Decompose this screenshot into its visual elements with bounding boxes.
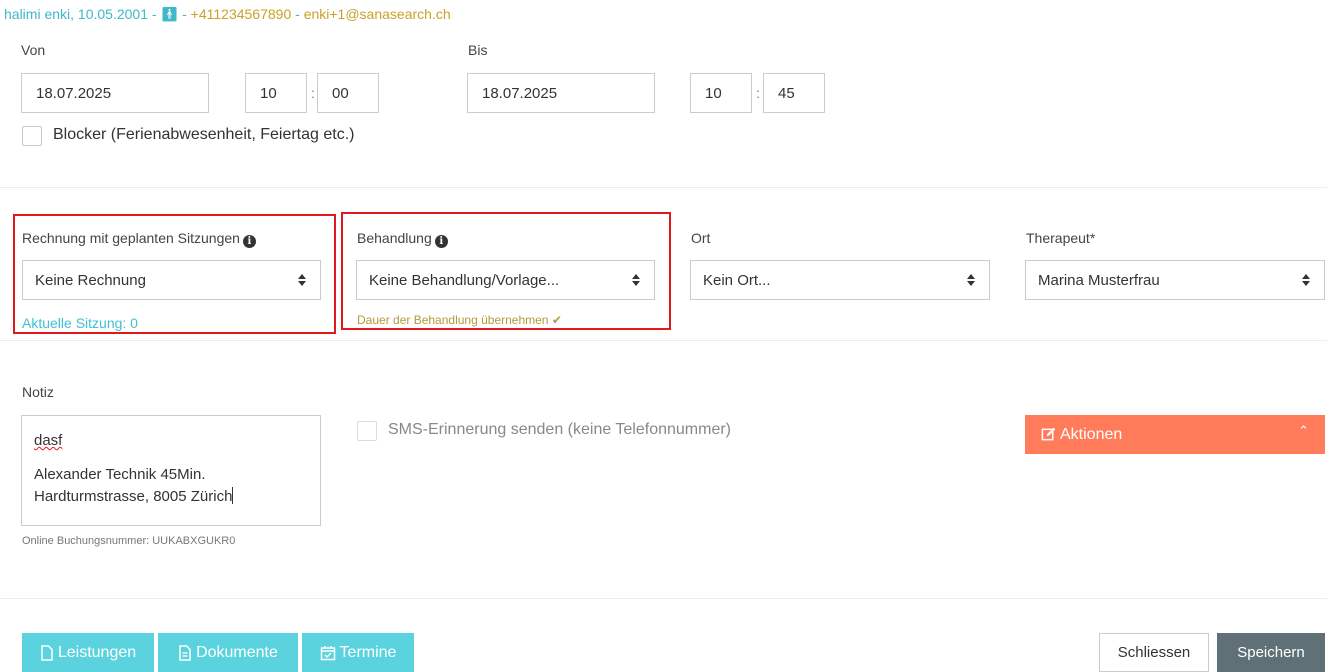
therapeut-label: Therapeut* [1026, 230, 1096, 246]
notiz-textarea[interactable]: dasf Alexander Technik 45Min. Hardturmst… [21, 415, 321, 526]
chevron-up-icon: ⌃ [1298, 423, 1309, 438]
dokumente-label: Dokumente [196, 643, 278, 661]
sort-caret-icon [632, 274, 640, 286]
sort-caret-icon [298, 274, 306, 286]
aktionen-label: Aktionen [1060, 425, 1123, 443]
patient-email[interactable]: enki+1@sanasearch.ch [304, 6, 451, 22]
time-separator: : [311, 85, 315, 101]
dokumente-button[interactable]: Dokumente [158, 633, 298, 672]
person-icon: 🚹︎ [160, 6, 179, 22]
bis-label: Bis [468, 42, 488, 58]
leistungen-button[interactable]: Leistungen [22, 633, 154, 672]
section-divider [0, 340, 1327, 341]
header-dash: - [182, 6, 187, 22]
rechnung-label-text: Rechnung mit geplanten Sitzungen [22, 230, 240, 246]
notiz-line: Alexander Technik 45Min. [34, 466, 206, 483]
notiz-line: dasf [34, 432, 63, 449]
info-icon[interactable]: i [434, 235, 448, 248]
behandlung-label: Behandlung i [357, 230, 448, 248]
behandlung-select[interactable]: Keine Behandlung/Vorlage... [356, 260, 655, 300]
ort-label: Ort [691, 230, 711, 246]
bis-minute-input[interactable]: 45 [763, 73, 825, 113]
von-label: Von [21, 42, 46, 58]
von-minute-input[interactable]: 00 [317, 73, 379, 113]
ort-select-value: Kein Ort... [703, 271, 771, 289]
schliessen-button[interactable]: Schliessen [1099, 633, 1209, 672]
sort-caret-icon [967, 274, 975, 286]
booking-number: Online Buchungsnummer: UUKABXGUKR0 [22, 535, 236, 547]
leistungen-label: Leistungen [57, 643, 137, 661]
file-text-icon [179, 644, 191, 661]
termine-button[interactable]: Termine [302, 633, 414, 672]
section-divider [0, 187, 1327, 188]
sort-caret-icon [1302, 274, 1310, 286]
dauer-uebernehmen-link[interactable]: Dauer der Behandlung übernehmen ✔ [357, 313, 562, 327]
rechnung-select[interactable]: Keine Rechnung [22, 260, 321, 300]
behandlung-label-text: Behandlung [357, 230, 432, 246]
aktionen-button[interactable]: Aktionen ⌃ [1025, 415, 1325, 454]
check-icon: ✔ [551, 313, 562, 327]
time-separator: : [756, 85, 760, 101]
header-dash: - [295, 6, 300, 22]
blocker-checkbox[interactable] [22, 126, 42, 146]
von-date-input[interactable]: 18.07.2025 [21, 73, 209, 113]
blocker-label[interactable]: Blocker (Ferienabwesenheit, Feiertag etc… [53, 126, 354, 144]
rechnung-select-value: Keine Rechnung [35, 271, 146, 289]
file-icon [41, 644, 53, 661]
behandlung-select-value: Keine Behandlung/Vorlage... [369, 271, 560, 289]
therapeut-select[interactable]: Marina Musterfrau [1025, 260, 1325, 300]
rechnung-label: Rechnung mit geplanten Sitzungen i [22, 230, 256, 248]
dauer-link-text: Dauer der Behandlung übernehmen [357, 313, 549, 327]
calendar-check-icon [320, 645, 335, 660]
aktuelle-sitzung-link[interactable]: Aktuelle Sitzung: 0 [22, 315, 138, 331]
edit-icon [1041, 427, 1056, 441]
speichern-button[interactable]: Speichern [1217, 633, 1325, 672]
patient-header: halimi enki, 10.05.2001 - 🚹︎ - +41123456… [4, 6, 451, 23]
therapeut-select-value: Marina Musterfrau [1038, 271, 1160, 289]
info-icon[interactable]: i [242, 235, 256, 248]
patient-phone[interactable]: +411234567890 [191, 6, 292, 22]
bis-date-input[interactable]: 18.07.2025 [467, 73, 655, 113]
sms-checkbox[interactable] [357, 421, 377, 441]
von-hour-input[interactable]: 10 [245, 73, 307, 113]
section-divider [0, 598, 1327, 599]
notiz-line: Hardturmstrasse, 8005 Zürich [34, 488, 233, 505]
patient-name-dob: halimi enki, 10.05.2001 - [4, 6, 157, 22]
text-cursor [232, 487, 234, 504]
sms-label[interactable]: SMS-Erinnerung senden (keine Telefonnumm… [388, 421, 731, 439]
termine-label: Termine [339, 643, 397, 661]
bis-hour-input[interactable]: 10 [690, 73, 752, 113]
ort-select[interactable]: Kein Ort... [690, 260, 990, 300]
notiz-label: Notiz [22, 384, 54, 400]
